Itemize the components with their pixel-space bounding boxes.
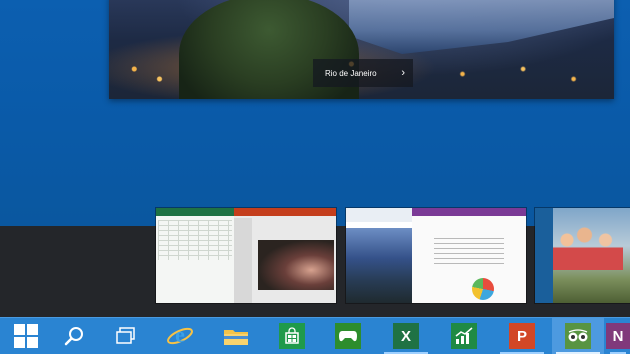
windows-logo-icon [14,324,38,348]
onenote-glyph: N [612,327,624,345]
store-icon [279,323,305,349]
xbox-games-button[interactable] [322,318,374,354]
location-caption-button[interactable]: Rio de Janeiro › [313,59,413,87]
search-icon [64,327,83,346]
task-thumbnail-excel-powerpoint[interactable] [156,208,336,303]
internet-explorer-button[interactable]: e [154,318,206,354]
powerpoint-button[interactable]: P [496,318,548,354]
game-controller-icon [335,323,361,349]
onenote-window-preview [412,208,526,303]
excel-glyph: X [400,327,411,345]
task-thumbnail-photos[interactable] [535,208,630,303]
svg-text:e: e [175,322,185,347]
powerpoint-slide-list [234,218,252,303]
bay-water [349,0,614,54]
photos-side-strip [535,208,553,303]
family-photo [553,220,623,270]
powerpoint-slide [258,240,334,290]
onenote-text-lines [434,238,504,266]
photo-app-window[interactable]: Rio de Janeiro › [109,0,614,99]
taskbar: e X P N [0,317,630,354]
task-view-icon [116,327,135,344]
powerpoint-icon: P [509,323,535,349]
excel-title-bar [156,208,234,216]
chevron-right-icon: › [401,66,405,79]
powerpoint-window-preview [234,208,336,303]
excel-window-preview [156,208,234,303]
browser-toolbar [346,208,412,222]
finance-chart-icon [451,323,477,349]
onenote-icon: N [606,323,630,349]
onenote-button[interactable]: N [606,318,630,354]
file-explorer-button[interactable] [210,318,262,354]
powerpoint-title-bar [234,208,336,216]
internet-explorer-icon: e [167,322,193,347]
store-button[interactable] [266,318,318,354]
excel-grid [158,220,232,260]
start-button[interactable] [0,318,52,354]
task-view-button[interactable] [100,318,152,354]
browser-image [346,228,412,303]
excel-button[interactable]: X [380,318,432,354]
onenote-title-bar [412,208,526,216]
excel-icon: X [393,323,419,349]
pie-chart-icon [472,278,494,300]
location-caption-label: Rio de Janeiro [325,68,377,78]
tripadvisor-button[interactable] [552,318,604,354]
browser-window-preview [346,208,412,303]
tripadvisor-owl-icon [565,323,591,349]
search-button[interactable] [48,318,100,354]
task-thumbnail-browser-onenote[interactable] [346,208,526,303]
powerpoint-glyph: P [516,327,527,345]
folder-icon [224,330,248,345]
finance-button[interactable] [438,318,490,354]
